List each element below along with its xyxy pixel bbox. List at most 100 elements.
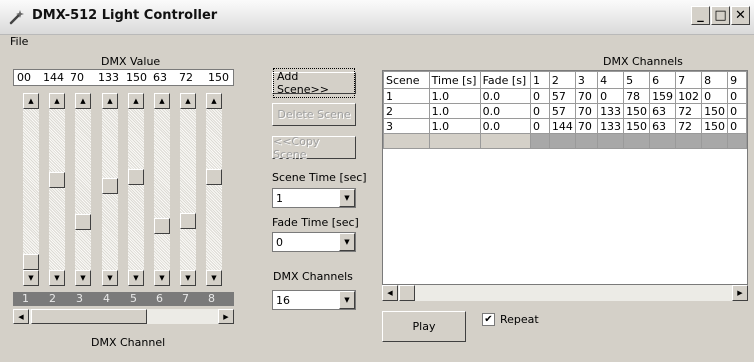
slider-thumb[interactable]	[49, 172, 65, 188]
table-cell[interactable]: 70	[574, 118, 599, 134]
grid-column-header[interactable]: 3	[574, 71, 599, 89]
new-row-cell[interactable]	[597, 133, 625, 149]
slider-thumb[interactable]	[154, 218, 170, 234]
delete-scene-button[interactable]: Delete Scene	[272, 103, 356, 126]
slider-down-button[interactable]: ▼	[23, 270, 39, 286]
table-cell[interactable]: 0	[727, 88, 747, 104]
menu-file[interactable]: File	[10, 35, 28, 48]
slider-track[interactable]	[180, 109, 196, 270]
slider-thumb[interactable]	[180, 213, 196, 229]
table-cell[interactable]: 0	[530, 118, 550, 134]
slider-track[interactable]	[128, 109, 144, 270]
channel-slider[interactable]: ▲ ▼	[154, 93, 170, 286]
slider-track[interactable]	[23, 109, 39, 270]
slider-thumb[interactable]	[102, 178, 118, 194]
table-cell[interactable]: 57	[548, 88, 576, 104]
grid-column-header[interactable]: 8	[701, 71, 729, 89]
grid-column-header[interactable]: 9	[727, 71, 747, 89]
new-row-cell[interactable]	[530, 133, 550, 149]
scroll-left-button[interactable]: ◀	[382, 285, 398, 301]
table-cell[interactable]: 0	[727, 103, 747, 119]
maximize-button[interactable]: □	[711, 6, 730, 25]
new-row-cell[interactable]	[623, 133, 651, 149]
channel-slider[interactable]: ▲ ▼	[180, 93, 196, 286]
slider-thumb[interactable]	[206, 169, 222, 185]
table-cell[interactable]: 63	[649, 118, 677, 134]
grid-column-header[interactable]: Time [s]	[428, 71, 481, 89]
table-cell[interactable]: 0	[530, 103, 550, 119]
grid-column-header[interactable]: Fade [s]	[479, 71, 532, 89]
grid-column-header[interactable]: 1	[530, 71, 550, 89]
channel-slider[interactable]: ▲ ▼	[49, 93, 65, 286]
channel-slider[interactable]: ▲ ▼	[75, 93, 91, 286]
repeat-checkbox[interactable]: ✔	[482, 313, 495, 326]
grid-scrollbar-thumb[interactable]	[399, 285, 415, 301]
table-cell[interactable]: 0	[701, 88, 729, 104]
grid-column-header[interactable]: 4	[597, 71, 625, 89]
grid-column-header[interactable]: 2	[548, 71, 576, 89]
table-cell[interactable]: 57	[548, 103, 576, 119]
fade-time-select[interactable]: 0 ▼	[272, 232, 356, 252]
table-cell[interactable]: 70	[574, 88, 599, 104]
slider-track[interactable]	[75, 109, 91, 270]
table-cell[interactable]: 150	[701, 118, 729, 134]
scene-time-select[interactable]: 1 ▼	[272, 188, 356, 208]
title-bar[interactable]: DMX-512 Light Controller _ □ ✕	[0, 0, 754, 35]
table-cell[interactable]: 150	[623, 103, 651, 119]
new-row-cell[interactable]	[574, 133, 599, 149]
table-cell[interactable]: 72	[675, 118, 703, 134]
table-cell[interactable]: 70	[574, 103, 599, 119]
new-row-cell[interactable]	[701, 133, 729, 149]
channel-scrollbar-thumb[interactable]	[31, 309, 147, 324]
grid-scrollbar[interactable]: ◀ ▶	[382, 285, 748, 301]
slider-up-button[interactable]: ▲	[75, 93, 91, 109]
table-cell[interactable]: 63	[649, 103, 677, 119]
slider-down-button[interactable]: ▼	[102, 270, 118, 286]
slider-down-button[interactable]: ▼	[180, 270, 196, 286]
table-cell[interactable]: 133	[597, 118, 625, 134]
table-cell[interactable]: 0	[727, 118, 747, 134]
slider-up-button[interactable]: ▲	[206, 93, 222, 109]
slider-down-button[interactable]: ▼	[49, 270, 65, 286]
channel-scrollbar[interactable]: ◀ ▶	[13, 309, 234, 324]
table-cell[interactable]: 1	[383, 88, 430, 104]
scroll-right-button[interactable]: ▶	[218, 309, 234, 324]
new-row-cell[interactable]	[675, 133, 703, 149]
slider-down-button[interactable]: ▼	[128, 270, 144, 286]
table-row[interactable]: 1 1.0 0.0 0 57 70 0 78 159 102 0 0	[383, 88, 747, 104]
slider-up-button[interactable]: ▲	[128, 93, 144, 109]
table-cell[interactable]: 0	[597, 88, 625, 104]
slider-up-button[interactable]: ▲	[102, 93, 118, 109]
slider-track[interactable]	[49, 109, 65, 270]
new-row-cell[interactable]	[649, 133, 677, 149]
slider-thumb[interactable]	[23, 254, 39, 270]
new-row-cell[interactable]	[727, 133, 747, 149]
table-cell[interactable]: 2	[383, 103, 430, 119]
table-cell[interactable]: 1.0	[428, 103, 481, 119]
grid-column-header[interactable]: 5	[623, 71, 651, 89]
chevron-down-icon[interactable]: ▼	[339, 291, 355, 309]
new-row[interactable]	[383, 133, 747, 149]
chevron-down-icon[interactable]: ▼	[339, 233, 355, 251]
copy-scene-button[interactable]: <<Copy Scene	[272, 135, 356, 161]
slider-track[interactable]	[102, 109, 118, 270]
slider-down-button[interactable]: ▼	[75, 270, 91, 286]
table-row[interactable]: 3 1.0 0.0 0 144 70 133 150 63 72 150 0	[383, 118, 747, 134]
minimize-button[interactable]: _	[691, 6, 710, 25]
new-row-cell[interactable]	[479, 133, 532, 149]
table-cell[interactable]: 144	[548, 118, 576, 134]
scene-grid[interactable]: Scene Time [s] Fade [s] 1 2 3 4 5 6 7 8 9 1 1.0 0.0 0 57…	[382, 70, 748, 285]
table-cell[interactable]: 150	[701, 103, 729, 119]
table-cell[interactable]: 72	[675, 103, 703, 119]
play-button[interactable]: Play	[382, 311, 466, 342]
slider-up-button[interactable]: ▲	[23, 93, 39, 109]
scroll-left-button[interactable]: ◀	[13, 309, 29, 324]
new-row-cell[interactable]	[548, 133, 576, 149]
slider-track[interactable]	[154, 109, 170, 270]
table-cell[interactable]: 78	[623, 88, 651, 104]
table-cell[interactable]: 1.0	[428, 118, 481, 134]
slider-track[interactable]	[206, 109, 222, 270]
channel-slider[interactable]: ▲ ▼	[128, 93, 144, 286]
channel-slider[interactable]: ▲ ▼	[23, 93, 39, 286]
table-cell[interactable]: 102	[675, 88, 703, 104]
